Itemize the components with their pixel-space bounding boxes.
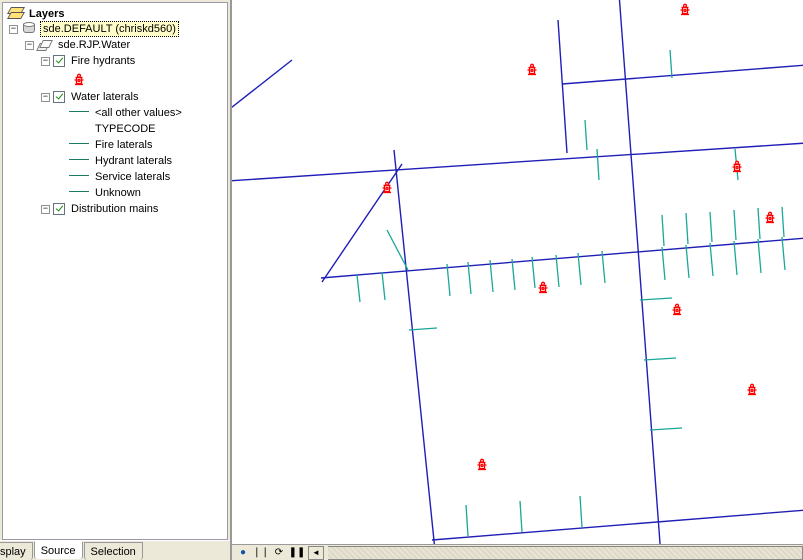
hydrant-feature[interactable] — [528, 64, 537, 74]
layers-root-label: Layers — [29, 8, 64, 20]
hydrant-symbol-icon — [72, 73, 86, 87]
toc-tab-bar: splay Source Selection — [0, 540, 230, 560]
legend-heading: TYPECODE — [3, 121, 227, 137]
map-canvas[interactable]: ● ❘❘ ⟳ ❚❚ ◄ — [232, 0, 803, 560]
expand-toggle[interactable]: − — [41, 205, 50, 214]
tab-selection[interactable]: Selection — [84, 542, 143, 560]
line-symbol-icon — [69, 111, 89, 112]
visibility-checkbox[interactable] — [53, 91, 65, 103]
pause-drawing-icon[interactable]: ❘❘ — [254, 546, 268, 559]
geodatabase-icon — [21, 22, 37, 36]
dataset-label[interactable]: sde.RJP.Water — [56, 38, 132, 52]
expand-toggle[interactable]: − — [9, 25, 18, 34]
line-symbol-icon — [69, 143, 89, 144]
expand-toggle[interactable]: − — [25, 41, 34, 50]
legend-row: Fire laterals — [3, 137, 227, 153]
hydrant-feature[interactable] — [733, 161, 742, 171]
expand-toggle[interactable]: − — [41, 57, 50, 66]
hydrant-feature[interactable] — [673, 304, 682, 314]
layer-label[interactable]: Distribution mains — [69, 202, 160, 216]
tree-node-layer-laterals[interactable]: − Water laterals — [3, 89, 227, 105]
legend-label: Fire laterals — [95, 139, 152, 151]
map-status-bar: ● ❘❘ ⟳ ❚❚ ◄ — [232, 544, 803, 560]
visibility-checkbox[interactable] — [53, 55, 65, 67]
visibility-checkbox[interactable] — [53, 203, 65, 215]
geodatabase-label[interactable]: sde.DEFAULT (chriskd560) — [40, 21, 179, 37]
hydrant-feature[interactable] — [539, 282, 548, 292]
hydrant-feature[interactable] — [478, 459, 487, 469]
legend-row: Hydrant laterals — [3, 153, 227, 169]
full-extent-icon[interactable]: ● — [236, 546, 250, 559]
hydrant-feature[interactable] — [766, 212, 775, 222]
tree-node-dataset[interactable]: − sde.RJP.Water — [3, 37, 227, 53]
legend-field-heading: TYPECODE — [95, 123, 156, 135]
layer-tree: Layers − sde.DEFAULT (chriskd560) − sde.… — [2, 2, 228, 540]
tree-node-layer-mains[interactable]: − Distribution mains — [3, 201, 227, 217]
hydrant-feature[interactable] — [748, 384, 757, 394]
legend-label: Hydrant laterals — [95, 155, 172, 167]
tree-node-layer-hydrants[interactable]: − Fire hydrants — [3, 53, 227, 69]
tree-node-geodatabase[interactable]: − sde.DEFAULT (chriskd560) — [3, 21, 227, 37]
layers-root-row: Layers — [3, 7, 227, 21]
table-of-contents-panel: Layers − sde.DEFAULT (chriskd560) − sde.… — [0, 0, 232, 560]
dataset-icon — [37, 38, 53, 52]
legend-row: Service laterals — [3, 169, 227, 185]
legend-label: Service laterals — [95, 171, 170, 183]
legend-row: <all other values> — [3, 105, 227, 121]
tab-source[interactable]: Source — [34, 541, 83, 559]
line-symbol-icon — [69, 175, 89, 176]
tab-display-truncated[interactable]: splay — [0, 542, 33, 560]
horizontal-scrollbar[interactable] — [328, 546, 803, 560]
legend-label: <all other values> — [95, 107, 182, 119]
hydrant-feature[interactable] — [681, 4, 690, 14]
expand-toggle[interactable]: − — [41, 93, 50, 102]
line-symbol-icon — [69, 191, 89, 192]
refresh-icon[interactable]: ⟳ — [272, 546, 286, 559]
layer-label[interactable]: Fire hydrants — [69, 54, 137, 68]
legend-row: Unknown — [3, 185, 227, 201]
hydrant-feature[interactable] — [383, 182, 392, 192]
pause-icon[interactable]: ❚❚ — [290, 546, 304, 559]
layers-icon — [9, 7, 25, 21]
line-symbol-icon — [69, 159, 89, 160]
scroll-left-button[interactable]: ◄ — [308, 546, 324, 560]
legend-label: Unknown — [95, 187, 141, 199]
layer-label[interactable]: Water laterals — [69, 90, 140, 104]
legend-row-hydrant — [3, 69, 227, 89]
